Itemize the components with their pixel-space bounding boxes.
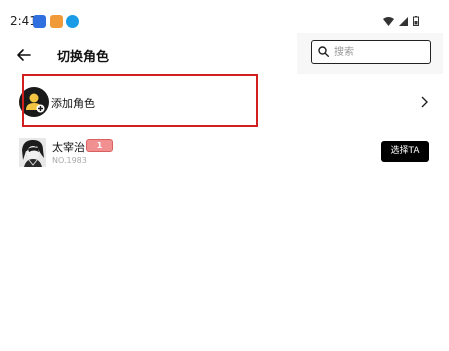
wifi-icon: [383, 16, 394, 26]
search-box[interactable]: [311, 40, 431, 64]
back-button[interactable]: [14, 45, 34, 65]
list-item: 太宰治 1 NO.1983 选择TA: [0, 134, 449, 172]
avatar: [19, 138, 46, 167]
system-icons: [383, 16, 419, 26]
level-badge: 1: [86, 139, 113, 152]
notification-app-icon: [50, 15, 63, 28]
role-number: NO.1983: [52, 156, 87, 165]
add-role-label: 添加角色: [51, 97, 95, 110]
signal-icon: [399, 16, 408, 26]
chevron-right-icon: [421, 96, 428, 108]
search-icon: [318, 46, 329, 57]
back-arrow-icon: [17, 49, 31, 61]
notification-app-icon: [33, 15, 46, 28]
page-title: 切换角色: [57, 50, 110, 65]
add-role-item[interactable]: 添加角色: [0, 78, 449, 126]
battery-icon: [413, 16, 419, 26]
select-role-button[interactable]: 选择TA: [381, 141, 429, 162]
add-role-icon: [19, 87, 49, 117]
download-icon: [66, 15, 79, 28]
search-input[interactable]: [334, 44, 426, 60]
role-name: 太宰治: [52, 141, 85, 154]
